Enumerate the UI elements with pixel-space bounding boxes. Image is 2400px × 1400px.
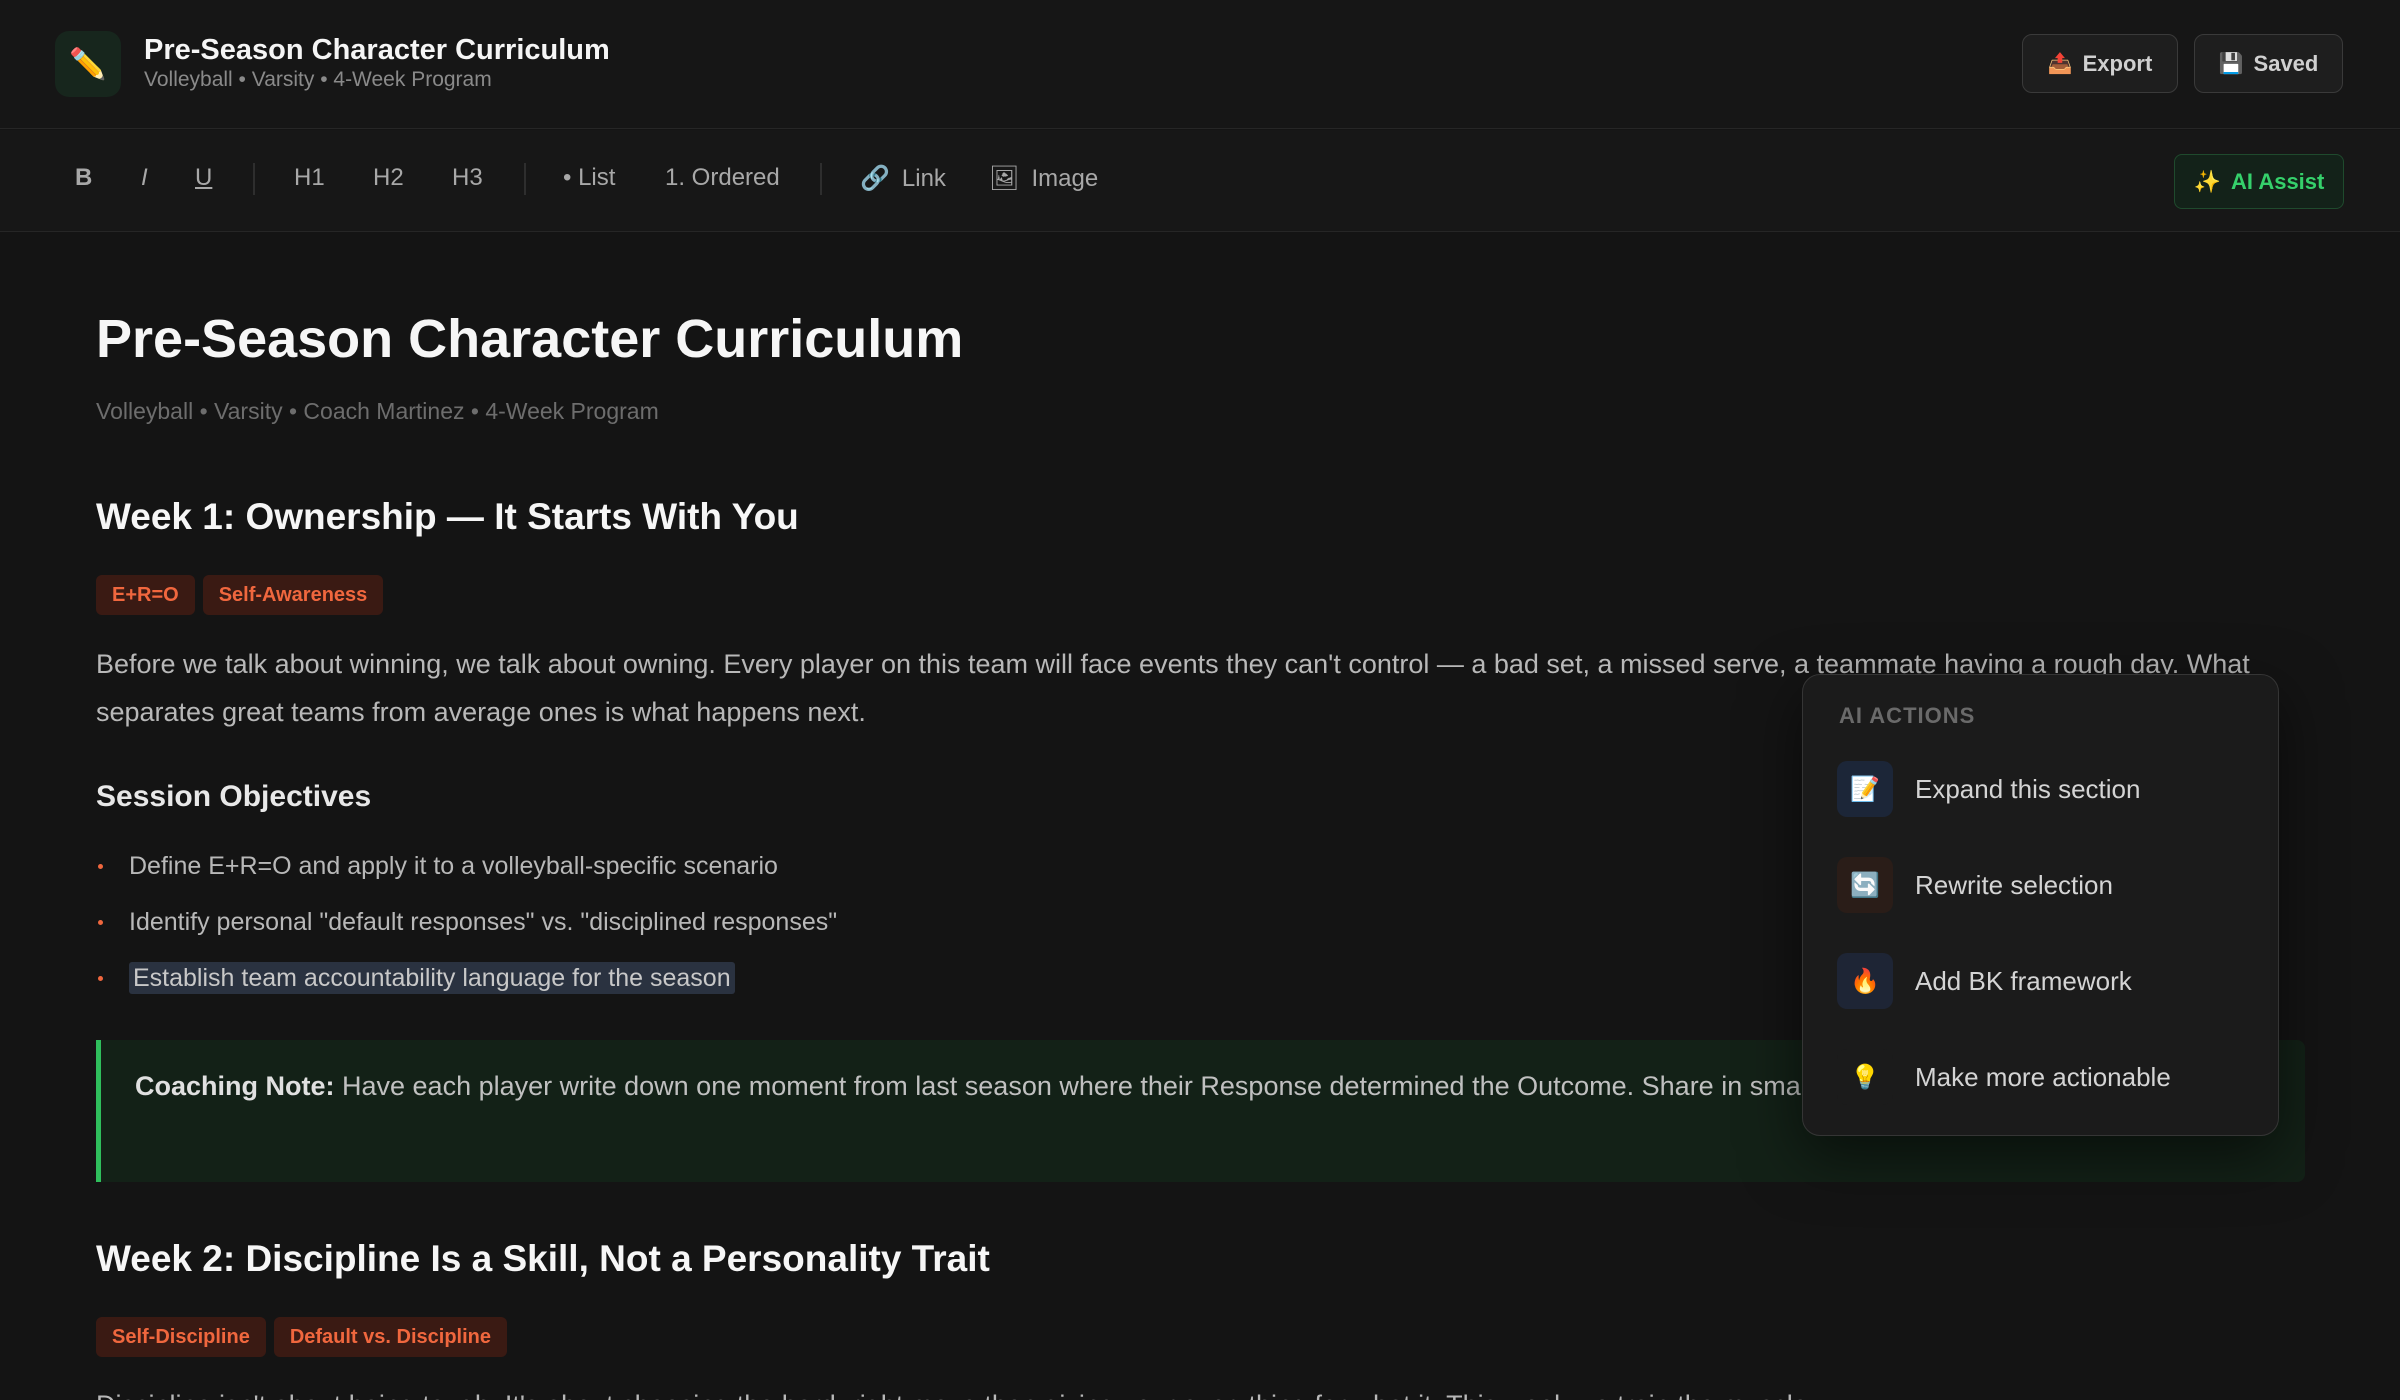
document-title: Pre-Season Character Curriculum bbox=[144, 34, 610, 66]
formatting-toolbar: B I U H1 H2 H3 • List 1. Ordered 🔗 Link … bbox=[0, 130, 2400, 232]
coaching-note-label: Coaching Note: bbox=[135, 1071, 335, 1101]
heading2-button[interactable]: H2 bbox=[373, 164, 404, 192]
link-label: Link bbox=[901, 164, 946, 192]
refresh-icon: 🔄 bbox=[1837, 857, 1893, 913]
memo-icon: 📝 bbox=[1837, 761, 1893, 817]
selected-text[interactable]: Establish team accountability language f… bbox=[129, 962, 735, 994]
week1-tags: E+R=O Self-Awareness bbox=[96, 575, 384, 615]
sparkles-icon: ✨ bbox=[2193, 168, 2222, 194]
tag[interactable]: Default vs. Discipline bbox=[273, 1317, 507, 1357]
objective-text: Identify personal "default responses" vs… bbox=[129, 908, 838, 936]
action-label: Make more actionable bbox=[1915, 1061, 2171, 1092]
objective-text: Define E+R=O and apply it to a volleybal… bbox=[129, 852, 778, 880]
heading1-button[interactable]: H1 bbox=[294, 164, 325, 192]
list-item[interactable]: Establish team accountability language f… bbox=[96, 956, 837, 1012]
fire-icon: 🔥 bbox=[1837, 953, 1893, 1009]
ai-assist-label: AI Assist bbox=[2231, 168, 2325, 194]
heading3-button[interactable]: H3 bbox=[452, 164, 483, 192]
action-label: Add BK framework bbox=[1915, 965, 2132, 996]
ai-actions-title: AI ACTIONS bbox=[1839, 703, 1976, 728]
image-button[interactable]: 🖼 Image bbox=[989, 164, 1098, 193]
app-header: ✏️ Pre-Season Character Curriculum Volle… bbox=[0, 0, 2400, 129]
week2-tags: Self-Discipline Default vs. Discipline bbox=[96, 1317, 507, 1357]
lightbulb-icon: 💡 bbox=[1837, 1049, 1893, 1105]
saved-label: Saved bbox=[2253, 50, 2319, 76]
objectives-heading[interactable]: Session Objectives bbox=[96, 780, 371, 814]
save-icon: 💾 bbox=[2218, 53, 2244, 75]
make-actionable-action[interactable]: 💡 Make more actionable bbox=[1837, 1047, 2257, 1107]
list-item[interactable]: Define E+R=O and apply it to a volleybal… bbox=[96, 844, 837, 900]
action-label: Rewrite selection bbox=[1915, 869, 2113, 900]
rewrite-selection-action[interactable]: 🔄 Rewrite selection bbox=[1837, 855, 2257, 915]
action-label: Expand this section bbox=[1915, 773, 2141, 804]
ai-assist-button[interactable]: ✨ AI Assist bbox=[2174, 154, 2344, 209]
document-subtitle: Volleyball • Varsity • 4-Week Program bbox=[144, 68, 492, 91]
toolbar-divider bbox=[253, 163, 255, 195]
doc-heading[interactable]: Pre-Season Character Curriculum bbox=[96, 308, 963, 370]
objectives-list: Define E+R=O and apply it to a volleybal… bbox=[96, 844, 837, 1012]
week2-paragraph[interactable]: Discipline isn't about being tough. It's… bbox=[96, 1381, 2316, 1400]
image-label: Image bbox=[1031, 164, 1099, 192]
editor-app: ✏️ Pre-Season Character Curriculum Volle… bbox=[0, 0, 2400, 1400]
link-icon: 🔗 bbox=[860, 165, 890, 192]
tag[interactable]: Self-Awareness bbox=[202, 575, 384, 615]
ordered-list-button[interactable]: 1. Ordered bbox=[665, 164, 780, 192]
list-item[interactable]: Identify personal "default responses" vs… bbox=[96, 900, 837, 956]
add-bk-framework-action[interactable]: 🔥 Add BK framework bbox=[1837, 951, 2257, 1011]
tag[interactable]: Self-Discipline bbox=[96, 1317, 266, 1357]
toolbar-divider bbox=[524, 163, 526, 195]
week1-heading[interactable]: Week 1: Ownership — It Starts With You bbox=[96, 496, 799, 538]
bold-button[interactable]: B bbox=[75, 164, 92, 192]
export-label: Export bbox=[2082, 50, 2153, 76]
toolbar-divider bbox=[820, 163, 822, 195]
export-icon: 📤 bbox=[2047, 53, 2073, 75]
export-button[interactable]: 📤 Export bbox=[2022, 34, 2178, 93]
ai-actions-menu: AI ACTIONS 📝 Expand this section 🔄 Rewri… bbox=[1802, 674, 2279, 1136]
italic-button[interactable]: I bbox=[141, 164, 148, 192]
week2-heading[interactable]: Week 2: Discipline Is a Skill, Not a Per… bbox=[96, 1238, 990, 1280]
image-icon: 🖼 bbox=[989, 165, 1020, 192]
expand-section-action[interactable]: 📝 Expand this section bbox=[1837, 759, 2257, 819]
saved-button[interactable]: 💾 Saved bbox=[2194, 34, 2343, 93]
doc-meta[interactable]: Volleyball • Varsity • Coach Martinez • … bbox=[96, 398, 659, 425]
bullet-list-button[interactable]: • List bbox=[563, 164, 615, 192]
underline-button[interactable]: U bbox=[195, 164, 212, 192]
tag[interactable]: E+R=O bbox=[96, 575, 195, 615]
pencil-icon: ✏️ bbox=[55, 31, 121, 97]
link-button[interactable]: 🔗 Link bbox=[860, 164, 946, 193]
